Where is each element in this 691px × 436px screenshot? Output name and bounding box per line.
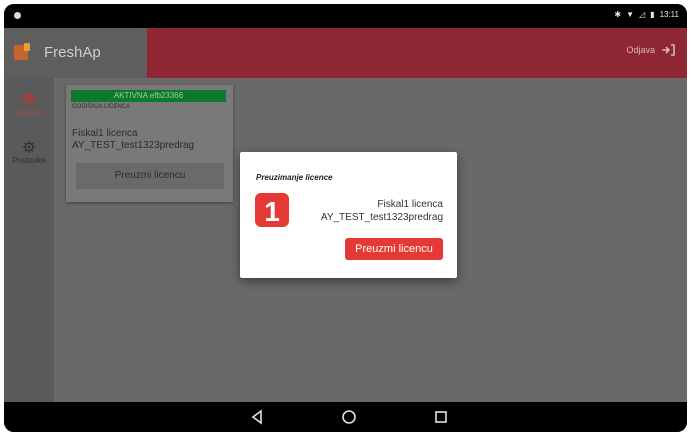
app-bar-accent [147,28,687,78]
home-icon[interactable] [341,409,357,425]
logo-text: 1 [264,196,280,227]
signal-icon: ◿ [639,10,646,19]
recents-icon[interactable] [433,409,449,425]
tablet-screen: ✱ ▼ ◿ ▮ 13:11 FreshAp Odjava Licence Pos… [4,4,687,432]
logout-label: Odjava [626,45,655,55]
back-icon[interactable] [249,409,265,425]
clock: 13:11 [659,10,679,19]
bluetooth-icon: ✱ [614,10,622,19]
dialog-title: Preuzimanje licence [256,173,333,182]
logout-button[interactable]: Odjava [626,44,675,56]
status-bar: ✱ ▼ ◿ ▮ 13:11 [4,4,687,28]
app-bar: FreshAp Odjava [4,28,687,78]
android-nav-bar [4,402,687,432]
fiskal1-logo-icon: 1 [255,193,289,227]
dialog-license-line-2: AY_TEST_test1323predrag [320,212,443,223]
battery-icon: ▮ [650,10,655,19]
dialog-license-line-1: Fiskal1 licenca [377,199,443,210]
app-logo-icon [14,43,30,60]
camera-dot [14,12,21,19]
download-license-dialog: Preuzimanje licence 1 Fiskal1 licenca AY… [240,152,457,278]
app-title: FreshAp [44,44,101,61]
status-icons: ✱ ▼ ◿ ▮ 13:11 [614,10,679,19]
dialog-download-button[interactable]: Preuzmi licencu [345,238,443,260]
logout-icon [662,44,675,56]
wifi-icon: ▼ [626,10,634,19]
